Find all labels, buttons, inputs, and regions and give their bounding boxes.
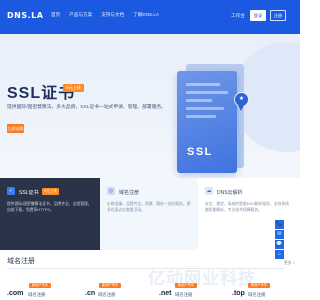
domain-tag: 新用户专享 <box>29 283 51 288</box>
nav-item-home[interactable]: 首页 <box>51 12 60 18</box>
section-title: 域名注册 <box>7 258 35 265</box>
certificate-line <box>186 99 212 102</box>
card-text: 提供国际/国密雙算法证书，品牌齐全，全程管理，自助下载，免费享HTTPS。 <box>7 202 92 212</box>
domain-item-com[interactable]: 新用户专享 .com 域名注册 <box>7 283 67 300</box>
nav-item-about[interactable]: 了解DNS.LA <box>133 12 159 18</box>
domain-tag: 新用户专享 <box>175 283 197 288</box>
domain-ext: .net <box>159 290 172 297</box>
domain-item-cn[interactable]: 新用户专享 .cn 域名注册 <box>85 283 145 300</box>
domain-label: 域名注册 <box>98 292 116 297</box>
certificate-line <box>186 91 228 94</box>
nav-item-support[interactable]: 支持与文档 <box>101 12 124 18</box>
product-cards: ✓ SSL证书 0元上线 提供国际/国密雙算法证书，品牌齐全，全程管理，自助下载… <box>0 178 300 250</box>
shield-icon: ✓ <box>7 187 15 195</box>
globe-icon: ◎ <box>107 187 115 195</box>
domain-label: 域名注册 <box>175 292 193 297</box>
nav-item-products[interactable]: 产品与方案 <box>69 12 92 18</box>
cloud-icon: ☁ <box>205 187 213 195</box>
card-title: SSL证书 <box>19 190 39 196</box>
phone-icon[interactable]: 📞 <box>275 220 284 229</box>
certificate-line <box>186 115 216 118</box>
certificate-line <box>186 107 224 110</box>
login-button[interactable]: 登录 <box>250 10 266 21</box>
certificate-illustration: SSL <box>177 71 237 173</box>
home-icon[interactable]: ⌂ <box>275 250 284 259</box>
card-badge: 0元上线 <box>42 188 59 195</box>
top-nav-bar: DNS.LA 首页 产品与方案 支持与文档 了解DNS.LA 工作台 登录 注册 <box>0 0 300 34</box>
buy-now-button[interactable]: 立即选购 <box>7 124 24 133</box>
chat-icon[interactable]: 💬 <box>275 240 284 249</box>
domain-item-net[interactable]: 新用户专享 .net 域名注册 <box>159 283 219 300</box>
side-toolbar: 📞 ✉ 💬 ⌂ <box>275 220 284 260</box>
domain-label: 域名注册 <box>248 292 266 297</box>
mail-icon[interactable]: ✉ <box>275 230 284 239</box>
domain-label: 域名注册 <box>28 292 46 297</box>
domain-ext: .top <box>232 290 245 297</box>
ribbon-icon <box>238 105 244 111</box>
main-nav: 首页 产品与方案 支持与文档 了解DNS.LA <box>51 12 159 18</box>
domain-tag: 新用户专享 <box>99 283 121 288</box>
domain-list: 新用户专享 .com 域名注册 新用户专享 .cn 域名注册 新用户专享 .ne… <box>0 283 300 300</box>
domain-ext: .cn <box>85 290 96 297</box>
domain-item-top[interactable]: 新用户专享 .top 域名注册 <box>232 283 292 300</box>
workbench-link[interactable]: 工作台 <box>231 13 245 19</box>
domain-ext: .com <box>7 290 24 297</box>
card-text: 价格低廉，品牌齐全，简便、解析一站式服务，更多优惠点击查看活动。 <box>107 202 191 212</box>
section-divider <box>7 268 285 269</box>
card-dns[interactable]: ☁ DNS云解析 安全、稳定、高效的智能DNS解析服务，支持多线路智能解析，专业… <box>198 178 300 250</box>
hero-description: 提供国际/国密雙算法，多大品牌，SSL证书一站式申请、管理、部署服务。 <box>7 105 167 110</box>
more-link[interactable]: 更多 > <box>284 261 295 266</box>
card-text: 安全、稳定、高效的智能DNS解析服务，支持多线路智能解析，专业技术保障服务。 <box>205 202 289 212</box>
page: DNS.LA 首页 产品与方案 支持与文档 了解DNS.LA 工作台 登录 注册… <box>0 0 300 300</box>
card-ssl[interactable]: ✓ SSL证书 0元上线 提供国际/国密雙算法证书，品牌齐全，全程管理，自助下载… <box>0 178 100 250</box>
certificate-ssl-text: SSL <box>187 146 213 158</box>
register-button[interactable]: 注册 <box>270 10 286 21</box>
card-title: DNS云解析 <box>217 190 243 196</box>
certificate-line <box>186 83 220 86</box>
logo[interactable]: DNS.LA <box>7 11 43 20</box>
card-title: 域名注册 <box>119 190 140 196</box>
hero-badge: 0元上线 <box>63 84 84 92</box>
hero-banner: SSL证书 0元上线 提供国际/国密雙算法，多大品牌，SSL证书一站式申请、管理… <box>0 34 300 178</box>
domain-tag: 新用户专享 <box>248 283 270 288</box>
card-domain[interactable]: ◎ 域名注册 价格低廉，品牌齐全，简便、解析一站式服务，更多优惠点击查看活动。 <box>100 178 198 250</box>
